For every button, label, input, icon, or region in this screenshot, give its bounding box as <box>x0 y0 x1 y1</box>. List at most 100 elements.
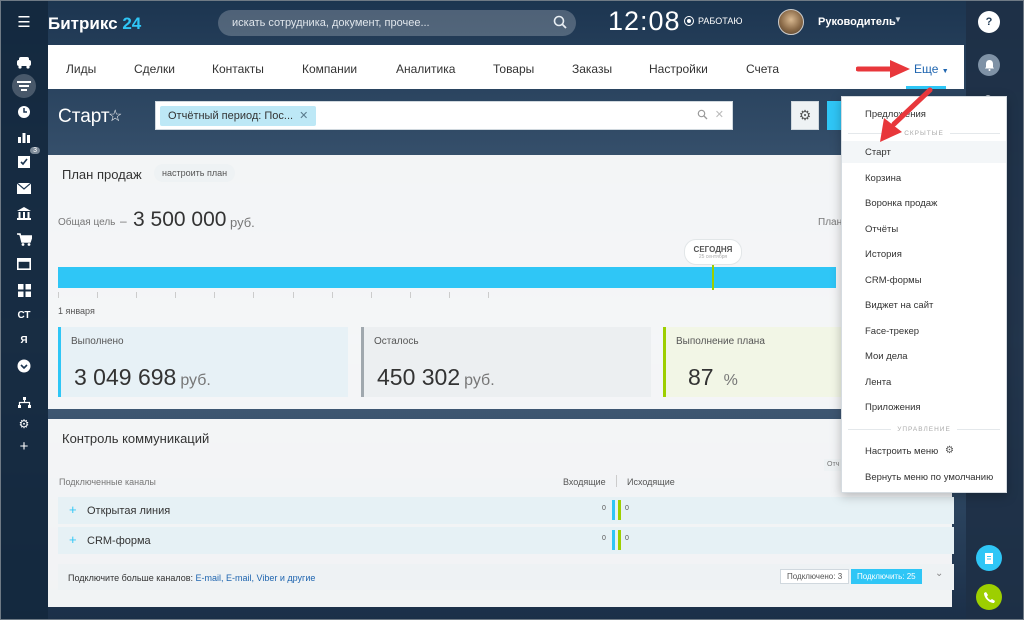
search-field[interactable]: искать сотрудника, документ, прочее... <box>218 10 576 36</box>
bell-icon[interactable] <box>978 54 1000 76</box>
window-icon[interactable] <box>14 254 34 274</box>
tasks-badge: 3 <box>30 147 40 154</box>
logo[interactable]: Битрикс 24 <box>48 14 141 34</box>
stat-plan: Выполнение плана 87% <box>663 327 843 397</box>
car-icon[interactable] <box>14 52 34 72</box>
filter-search-icon[interactable] <box>697 109 708 123</box>
connect-button[interactable]: Подключить: 25 <box>851 569 922 584</box>
comm-title: Контроль коммуникаций <box>62 431 210 446</box>
nav-item-deals[interactable]: Сделки <box>134 62 175 76</box>
today-line <box>712 265 714 290</box>
red-arrow-down <box>880 87 933 142</box>
filter-bar[interactable]: Отчётный период: Пос... ✕ ✕ <box>155 101 733 130</box>
menu-item-funnel[interactable]: Воронка продаж <box>865 198 937 209</box>
nav-item-companies[interactable]: Компании <box>302 62 357 76</box>
sitemap-icon[interactable] <box>14 392 34 412</box>
menu-item-apps[interactable]: Приложения <box>865 402 921 413</box>
timeline-ticks <box>58 292 836 300</box>
remove-tag-icon[interactable]: ✕ <box>299 106 308 126</box>
page-title: Старт <box>58 106 110 127</box>
filter-tag[interactable]: Отчётный период: Пос... ✕ <box>160 106 317 126</box>
channels-link[interactable]: E-mail, E-mail, Viber и другие <box>196 573 316 583</box>
search-icon[interactable] <box>552 14 568 30</box>
nav-item-invoices[interactable]: Счета <box>746 62 779 76</box>
channel-row[interactable]: + CRM-форма 0 0 <box>58 527 954 554</box>
timeline-tick <box>292 292 294 298</box>
left-rail: ☰ 3 СТ Я ⚙ + <box>0 0 48 620</box>
connected-count[interactable]: Подключено: 3 <box>780 569 850 584</box>
stat-done-label: Выполнено <box>71 336 124 347</box>
chart-icon[interactable] <box>14 127 34 147</box>
menu-item-widget[interactable]: Виджет на сайт <box>865 300 933 311</box>
timeline-tick <box>58 292 59 298</box>
channel-out: 0 <box>625 505 629 512</box>
menu-item-feed[interactable]: Лента <box>865 377 891 388</box>
avatar[interactable] <box>778 9 804 35</box>
nav-item-contacts[interactable]: Контакты <box>212 62 264 76</box>
tasks-icon[interactable]: 3 <box>14 147 40 172</box>
menu-item-cart[interactable]: Корзина <box>865 173 901 184</box>
gear-icon[interactable]: ⚙ <box>791 101 819 130</box>
nav-item-settings[interactable]: Настройки <box>649 62 708 76</box>
expand-icon[interactable]: + <box>69 532 77 547</box>
nav-item-analytics[interactable]: Аналитика <box>396 62 455 76</box>
timeline-tick <box>97 292 99 298</box>
timeline-tick <box>448 292 450 298</box>
star-icon[interactable]: ☆ <box>108 106 122 126</box>
nav-item-products[interactable]: Товары <box>493 62 534 76</box>
work-status[interactable]: РАБОТАЮ <box>684 16 743 26</box>
channel-name: Открытая линия <box>87 505 171 517</box>
stat-plan-value: 87% <box>688 364 738 390</box>
menu-item-configure[interactable]: Настроить меню <box>865 446 938 457</box>
mail-icon[interactable] <box>14 178 34 198</box>
menu-item-face-tracker[interactable]: Face-трекер <box>865 326 919 337</box>
today-label: СЕГОДНЯ <box>693 245 733 254</box>
phone-icon[interactable] <box>976 584 1002 610</box>
main-nav: Лиды Сделки Контакты Компании Аналитика … <box>48 45 964 89</box>
chevron-down-icon[interactable]: ⌄ <box>935 568 943 579</box>
connect-more-text: Подключите больше каналов: E-mail, E-mai… <box>68 573 316 583</box>
clock-icon[interactable] <box>14 102 34 122</box>
incoming-bar <box>612 500 615 520</box>
gear-icon[interactable]: ⚙ <box>945 445 954 456</box>
filter-tag-label: Отчётный период: Пос... <box>168 110 294 122</box>
nav-item-orders[interactable]: Заказы <box>572 62 612 76</box>
menu-icon[interactable]: ☰ <box>14 12 34 32</box>
menu-item-reset[interactable]: Вернуть меню по умолчанию <box>865 472 993 483</box>
channel-row[interactable]: + Открытая линия 0 0 <box>58 497 954 524</box>
chevron-circle-icon[interactable] <box>14 356 34 376</box>
cart-icon[interactable] <box>14 229 34 249</box>
menu-item-crm-forms[interactable]: CRM-формы <box>865 275 922 286</box>
help-icon[interactable]: ? <box>978 11 1000 33</box>
chevron-down-icon[interactable]: ▼ <box>894 15 902 24</box>
nav-item-leads[interactable]: Лиды <box>66 62 96 76</box>
bank-icon[interactable] <box>14 203 34 223</box>
goal-value[interactable]: 3 500 000 <box>133 208 226 232</box>
search-input[interactable]: искать сотрудника, документ, прочее... <box>232 17 430 29</box>
menu-item-reports[interactable]: Отчёты <box>865 224 898 235</box>
incoming-label: Входящие <box>563 477 606 487</box>
comm-footer: Подключите больше каналов: E-mail, E-mai… <box>58 564 954 590</box>
filter-clear-icon[interactable]: ✕ <box>715 108 724 121</box>
configure-plan-button[interactable]: настроить план <box>154 164 236 182</box>
plus-icon[interactable]: + <box>14 436 34 456</box>
menu-item-my-tasks[interactable]: Мои дела <box>865 351 908 362</box>
filter-icon[interactable] <box>12 74 36 98</box>
stat-done: Выполнено 3 049 698 руб. <box>58 327 348 397</box>
user-name[interactable]: Руководитель <box>818 16 896 28</box>
timeline-tick <box>331 292 333 298</box>
settings-icon[interactable]: ⚙ <box>14 414 34 434</box>
incoming-bar <box>612 530 615 550</box>
menu-item-start[interactable]: Старт <box>865 147 891 158</box>
nav-more-button[interactable]: Еще ▼ <box>914 62 949 76</box>
rail-item-ya[interactable]: Я <box>14 330 34 350</box>
expand-icon[interactable]: + <box>69 502 77 517</box>
red-arrow-right <box>856 60 910 78</box>
document-icon[interactable] <box>976 545 1002 571</box>
stat-left-label: Осталось <box>374 336 419 347</box>
apps-icon[interactable] <box>14 280 34 300</box>
stat-left: Осталось 450 302 руб. <box>361 327 651 397</box>
menu-item-history[interactable]: История <box>865 249 902 260</box>
rail-item-st[interactable]: СТ <box>14 305 34 325</box>
today-marker: СЕГОДНЯ 25 сентября <box>684 239 742 265</box>
